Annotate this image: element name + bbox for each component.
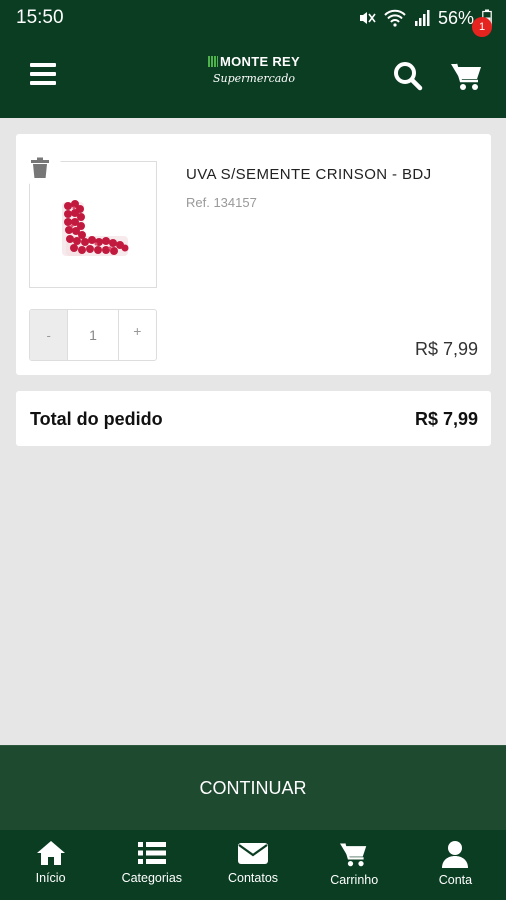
status-bar: 15:50 56%	[0, 0, 506, 36]
cart-icon	[340, 843, 367, 867]
product-ref: Ref. 134157	[186, 195, 257, 210]
search-icon[interactable]	[392, 60, 424, 92]
nav-label-account: Conta	[438, 873, 473, 887]
nav-label-home: Início	[35, 871, 66, 885]
list-icon	[137, 842, 166, 864]
logo-subtitle: Supermercado	[212, 72, 295, 85]
app-bar: MONTE REY Supermercado	[0, 36, 506, 118]
bottom-nav: Início Categorias Contatos Carrinho Cont…	[0, 830, 506, 900]
nav-item-account[interactable]: Conta	[405, 830, 506, 900]
increase-quantity-button[interactable]: +	[119, 310, 156, 360]
quantity-value[interactable]: 1	[67, 310, 119, 360]
quantity-stepper: - 1 +	[29, 309, 157, 361]
menu-button[interactable]	[30, 63, 56, 85]
nav-label-contacts: Contatos	[227, 871, 279, 885]
continue-button[interactable]: CONTINUAR	[0, 745, 506, 830]
logo[interactable]: MONTE REY Supermercado	[206, 54, 302, 94]
status-time: 15:50	[16, 7, 64, 28]
nav-item-contacts[interactable]: Contatos	[202, 830, 303, 900]
delete-item-button[interactable]	[18, 150, 62, 186]
signal-icon	[414, 10, 430, 26]
cart-icon[interactable]	[450, 60, 484, 92]
nav-label-cart: Carrinho	[330, 873, 379, 887]
envelope-icon	[238, 843, 268, 864]
trash-icon	[31, 157, 49, 178]
nav-label-categories: Categorias	[121, 871, 183, 885]
product-name[interactable]: UVA S/SEMENTE CRINSON - BDJ	[186, 166, 432, 183]
logo-brand: MONTE REY	[220, 54, 300, 69]
home-icon	[36, 841, 65, 865]
nav-item-cart[interactable]: Carrinho	[304, 830, 405, 900]
order-total-label: Total do pedido	[30, 409, 163, 429]
wifi-icon	[384, 9, 406, 27]
user-icon	[442, 841, 469, 868]
battery-percent: 56%	[437, 7, 474, 28]
nav-item-home[interactable]: Início	[0, 830, 101, 900]
menu-icon	[30, 63, 56, 67]
product-price: R$ 7,99	[414, 339, 478, 359]
cart-count-badge: 1	[472, 17, 492, 37]
order-total-value: R$ 7,99	[414, 409, 478, 429]
decrease-quantity-button[interactable]: -	[30, 310, 68, 360]
nav-item-categories[interactable]: Categorias	[101, 830, 202, 900]
mute-icon	[359, 12, 376, 24]
logo-mark-icon	[208, 56, 218, 67]
